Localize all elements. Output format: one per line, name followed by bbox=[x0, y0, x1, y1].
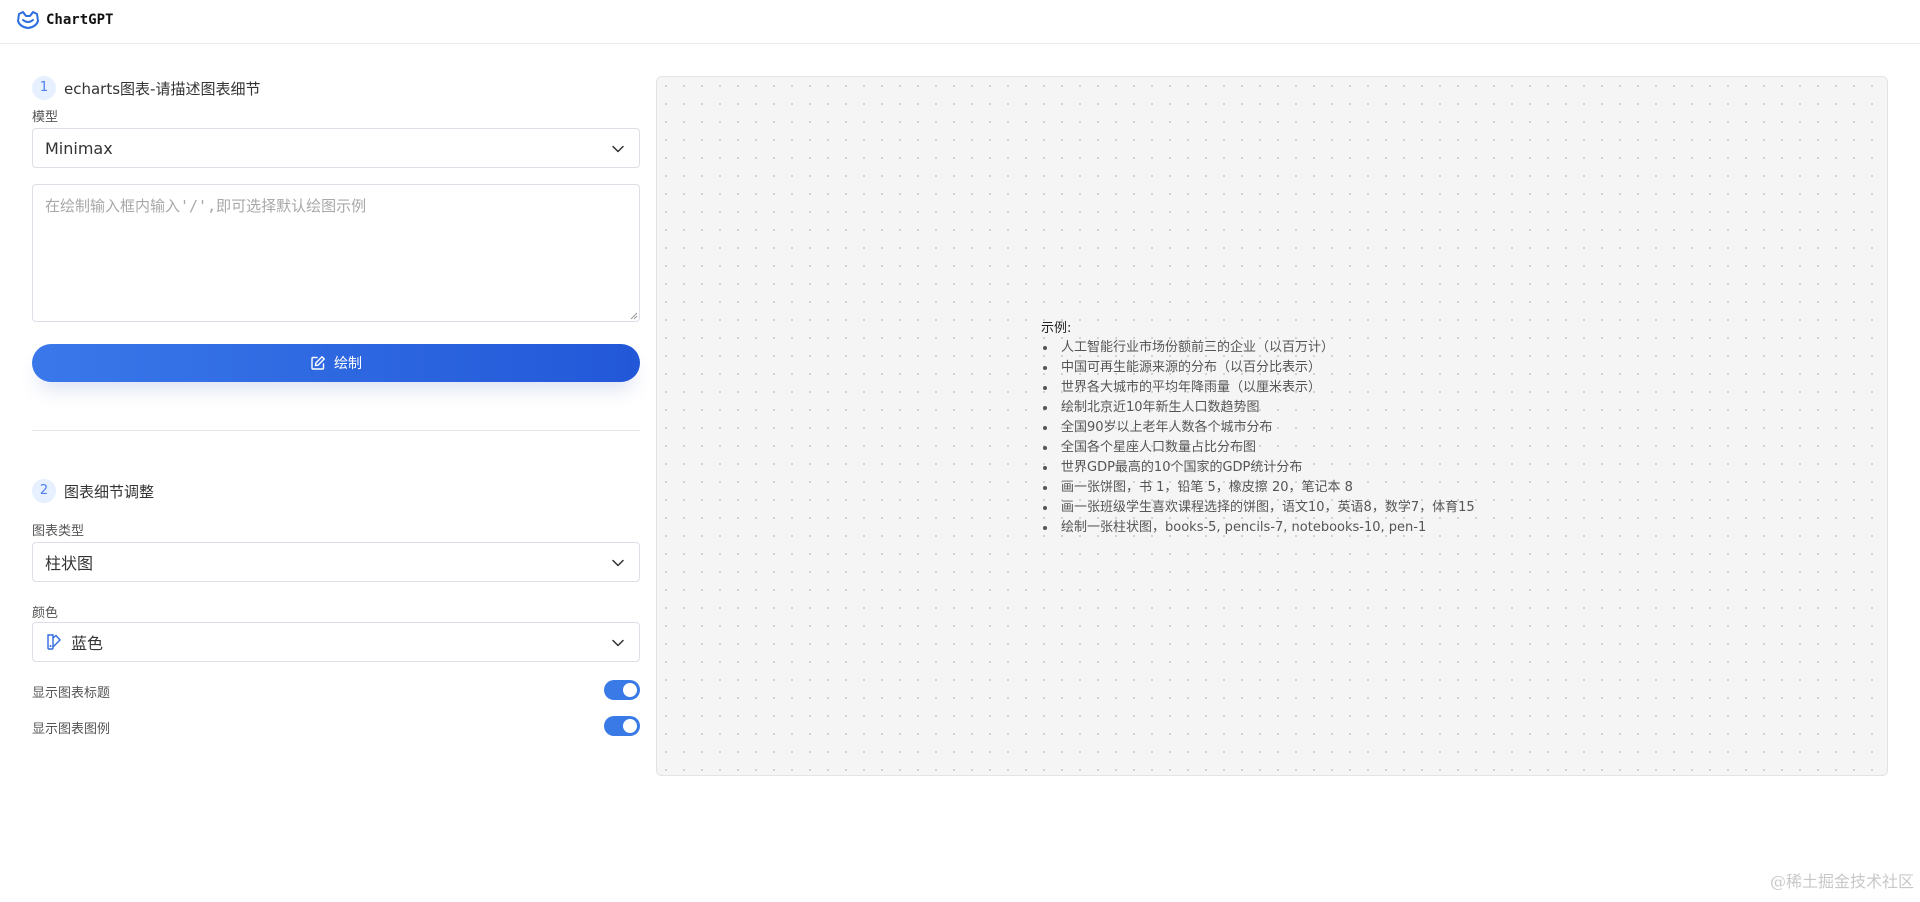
draw-button-label: 绘制 bbox=[334, 355, 362, 371]
example-item[interactable]: 世界GDP最高的10个国家的GDP统计分布 bbox=[1041, 458, 1561, 478]
model-label: 模型 bbox=[32, 110, 59, 125]
model-select-value: Minimax bbox=[45, 138, 113, 158]
toggle-knob bbox=[623, 683, 637, 697]
color-label: 颜色 bbox=[32, 606, 59, 621]
examples-title: 示例: bbox=[1041, 321, 1072, 336]
show-title-label: 显示图表标题 bbox=[32, 686, 111, 701]
step-2-number: 2 bbox=[32, 479, 56, 503]
color-select[interactable]: 蓝色 bbox=[32, 622, 640, 662]
palette-icon bbox=[47, 634, 61, 650]
resize-handle-icon[interactable] bbox=[630, 312, 638, 320]
example-item[interactable]: 中国可再生能源来源的分布（以百分比表示） bbox=[1041, 358, 1561, 378]
chart-canvas[interactable]: 示例: 人工智能行业市场份额前三的企业（以百万计） 中国可再生能源来源的分布（以… bbox=[656, 76, 1888, 776]
chart-type-label: 图表类型 bbox=[32, 524, 85, 539]
example-item[interactable]: 画一张饼图，书 1，铅笔 5，橡皮擦 20，笔记本 8 bbox=[1041, 478, 1561, 498]
color-select-value: 蓝色 bbox=[71, 634, 104, 653]
show-title-row: 显示图表标题 bbox=[32, 680, 640, 701]
example-item[interactable]: 画一张班级学生喜欢课程选择的饼图，语文10，英语8，数学7，体育15 bbox=[1041, 498, 1561, 518]
show-legend-row: 显示图表图例 bbox=[32, 716, 640, 737]
example-item[interactable]: 人工智能行业市场份额前三的企业（以百万计） bbox=[1041, 338, 1561, 358]
app-title[interactable]: ChartGPT bbox=[46, 12, 113, 28]
example-item[interactable]: 全国各个星座人口数量占比分布图 bbox=[1041, 438, 1561, 458]
example-item[interactable]: 世界各大城市的平均年降雨量（以厘米表示） bbox=[1041, 378, 1561, 398]
step-1-title: echarts图表-请描述图表细节 bbox=[64, 79, 261, 98]
show-legend-toggle[interactable] bbox=[604, 716, 640, 736]
watermark: @稀土掘金技术社区 bbox=[1769, 872, 1914, 891]
top-bar: ChartGPT bbox=[0, 0, 1920, 44]
draw-button[interactable]: 绘制 bbox=[32, 344, 640, 382]
cat-logo-icon[interactable] bbox=[16, 10, 40, 30]
step-1-header: 1 echarts图表-请描述图表细节 bbox=[32, 76, 260, 100]
edit-icon bbox=[311, 356, 325, 370]
chart-type-value: 柱状图 bbox=[45, 554, 94, 573]
step-2-header: 2 图表细节调整 bbox=[32, 479, 154, 503]
prompt-input[interactable] bbox=[32, 184, 640, 322]
toggle-knob bbox=[623, 719, 637, 733]
chart-type-select[interactable]: 柱状图 bbox=[32, 542, 640, 582]
show-legend-label: 显示图表图例 bbox=[32, 722, 111, 737]
chevron-down-icon bbox=[612, 559, 624, 567]
step-1-number: 1 bbox=[32, 76, 56, 100]
example-item[interactable]: 全国90岁以上老年人数各个城市分布 bbox=[1041, 418, 1561, 438]
chevron-down-icon bbox=[612, 639, 624, 647]
section-divider bbox=[32, 430, 640, 431]
model-select[interactable]: Minimax bbox=[32, 128, 640, 168]
chevron-down-icon bbox=[612, 145, 624, 153]
example-item[interactable]: 绘制北京近10年新生人口数趋势图 bbox=[1041, 398, 1561, 418]
examples-list: 人工智能行业市场份额前三的企业（以百万计） 中国可再生能源来源的分布（以百分比表… bbox=[1041, 338, 1561, 538]
step-2-title: 图表细节调整 bbox=[64, 482, 155, 501]
prompt-wrapper bbox=[32, 184, 640, 322]
example-item[interactable]: 绘制一张柱状图，books-5, pencils-7, notebooks-10… bbox=[1041, 518, 1561, 538]
show-title-toggle[interactable] bbox=[604, 680, 640, 700]
examples-box: 示例: 人工智能行业市场份额前三的企业（以百万计） 中国可再生能源来源的分布（以… bbox=[1041, 317, 1561, 538]
